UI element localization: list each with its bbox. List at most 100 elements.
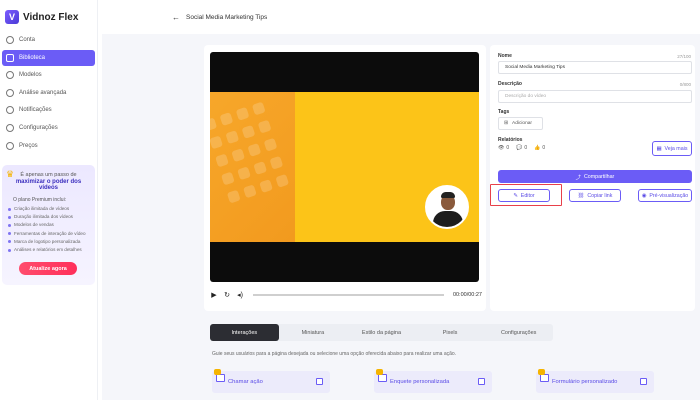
likes-count: 0: [542, 145, 546, 151]
promo-feature-list: Criação ilimitada de vídeos Duração ilim…: [7, 205, 90, 254]
sidebar-item-label: Configurações: [19, 124, 58, 131]
option-label: Enquete personalizada: [390, 379, 450, 385]
settings-tabs: Interações Miniatura Estilo da página Pi…: [210, 324, 553, 341]
promo-line-1: É apenas um passo de: [20, 172, 77, 178]
description-input[interactable]: Descrição do vídeo: [498, 90, 692, 103]
see-more-button[interactable]: ▦ Veja mais: [652, 141, 692, 156]
option-checkbox[interactable]: [478, 378, 485, 385]
upgrade-now-button[interactable]: Atualize agora: [19, 262, 77, 275]
user-circle-icon: [6, 36, 14, 44]
video-player[interactable]: [210, 52, 479, 282]
option-checkbox[interactable]: [316, 378, 323, 385]
editor-highlight-box: [490, 184, 562, 206]
promo-feature: Ferramentas de interação de vídeo: [7, 230, 90, 238]
reports-label: Relatórios: [498, 137, 523, 143]
plus-icon: ⊞: [504, 121, 509, 126]
custom-form-option[interactable]: Formulário personalizado: [536, 369, 654, 393]
copy-link-label: Copiar link: [587, 192, 613, 199]
report-stats: 👁 0 💬 0 👍 0: [498, 145, 545, 151]
promo-feature: Modelos de vendas: [7, 221, 90, 229]
option-label: Formulário personalizado: [552, 379, 618, 385]
tab-configuracoes[interactable]: Configurações: [484, 324, 553, 341]
sidebar-item-notificacoes[interactable]: Notificações: [2, 102, 95, 118]
tab-interacoes[interactable]: Interações: [210, 324, 279, 341]
sidebar-item-precos[interactable]: Preços: [2, 138, 95, 154]
crown-icon: ♛: [6, 169, 15, 179]
premium-promo-card: ♛ É apenas um passo de maximizar o poder…: [2, 165, 95, 285]
sidebar-item-biblioteca[interactable]: Biblioteca: [2, 49, 95, 66]
sidebar-item-label: Biblioteca: [19, 54, 46, 61]
premium-icon: [376, 369, 383, 375]
interaction-hint: Guie seus usuários para a página desejad…: [212, 351, 457, 357]
option-checkbox[interactable]: [640, 378, 647, 385]
logo[interactable]: V Vidnoz Flex: [5, 10, 78, 24]
poll-icon: [378, 374, 387, 382]
promo-headline: É apenas um passo de maximizar o poder d…: [7, 172, 90, 191]
description-label: Descrição: [498, 81, 522, 87]
sidebar-nav: Conta Biblioteca Modelos Análise avançad…: [2, 32, 95, 155]
logo-text: Vidnoz Flex: [23, 11, 79, 23]
comments-stat: 💬 0: [516, 145, 527, 151]
sidebar-item-configuracoes[interactable]: Configurações: [2, 120, 95, 136]
sidebar: V Vidnoz Flex Conta Biblioteca Modelos A…: [0, 0, 98, 400]
call-to-action-option[interactable]: Chamar ação: [212, 369, 330, 393]
tab-miniatura[interactable]: Miniatura: [279, 324, 348, 341]
name-char-count: 27/100: [677, 54, 691, 59]
gear-icon: [6, 123, 14, 132]
option-label: Chamar ação: [228, 379, 263, 385]
tab-estilo-da-pagina[interactable]: Estilo da página: [347, 324, 416, 341]
preview-label: Pré-visualização: [649, 192, 689, 199]
video-controls: ▶ ↻ ◂) 00:00/00:27: [210, 290, 482, 300]
eye-icon: 👁: [498, 145, 505, 151]
sidebar-item-label: Modelos: [19, 72, 42, 79]
promo-feature: Análises e relatórios em detalhes: [7, 246, 90, 254]
back-arrow-icon[interactable]: ←: [172, 13, 180, 22]
share-label: Compartilhar: [583, 173, 615, 180]
likes-stat: 👍 0: [534, 145, 545, 151]
promo-feature: Marca de logotipo personalizada: [7, 238, 90, 246]
promo-plan-intro: O plano Premium inclui:: [13, 197, 67, 203]
comment-icon: 💬: [516, 145, 523, 151]
copy-link-button[interactable]: ⛓ Copiar link: [569, 189, 621, 202]
play-icon[interactable]: ▶: [210, 291, 218, 299]
name-input[interactable]: Social Media Marketing Tips: [498, 61, 692, 74]
link-icon: ⛓: [577, 192, 585, 199]
add-tag-label: Adicionar: [512, 121, 533, 126]
see-more-label: Veja mais: [664, 145, 688, 152]
tags-label: Tags: [498, 109, 510, 115]
views-stat: 👁 0: [498, 145, 509, 151]
analytics-icon: [6, 88, 14, 97]
share-icon: ⤴: [575, 174, 581, 181]
views-count: 0: [506, 145, 510, 151]
form-icon: [540, 374, 549, 382]
premium-icon: [538, 369, 545, 375]
video-time: 00:00/00:27: [452, 292, 482, 298]
library-icon: [6, 53, 14, 62]
progress-bar[interactable]: [253, 294, 444, 296]
add-tag-button[interactable]: ⊞ Adicionar: [498, 117, 543, 130]
bell-icon: [6, 106, 14, 115]
sidebar-item-label: Conta: [19, 37, 36, 43]
name-label: Nome: [498, 53, 512, 59]
eye-icon: ◉: [641, 192, 647, 199]
custom-poll-option[interactable]: Enquete personalizada: [374, 369, 492, 393]
comments-count: 0: [524, 145, 528, 151]
volume-icon[interactable]: ◂): [236, 291, 244, 299]
presenter-avatar: [425, 185, 469, 229]
tab-pixels[interactable]: Pixels: [416, 324, 485, 341]
sidebar-item-analise[interactable]: Análise avançada: [2, 85, 95, 101]
replay-icon[interactable]: ↻: [223, 291, 231, 299]
promo-feature: Criação ilimitada de vídeos: [7, 205, 90, 213]
preview-button[interactable]: ◉ Pré-visualização: [638, 189, 692, 202]
cta-icon: [216, 374, 225, 382]
sidebar-item-modelos[interactable]: Modelos: [2, 67, 95, 83]
video-phone-graphic: [210, 92, 295, 242]
report-icon: ▦: [656, 145, 662, 152]
page-title: Social Media Marketing Tips: [186, 14, 268, 21]
thumbs-up-icon: 👍: [534, 145, 541, 151]
sidebar-item-conta[interactable]: Conta: [2, 32, 95, 48]
sidebar-item-label: Análise avançada: [19, 89, 67, 96]
promo-line-2: maximizar o poder dos vídeos: [15, 179, 82, 191]
share-button[interactable]: ⤴ Compartilhar: [498, 170, 692, 183]
promo-feature: Duração ilimitada dos vídeos: [7, 213, 90, 221]
